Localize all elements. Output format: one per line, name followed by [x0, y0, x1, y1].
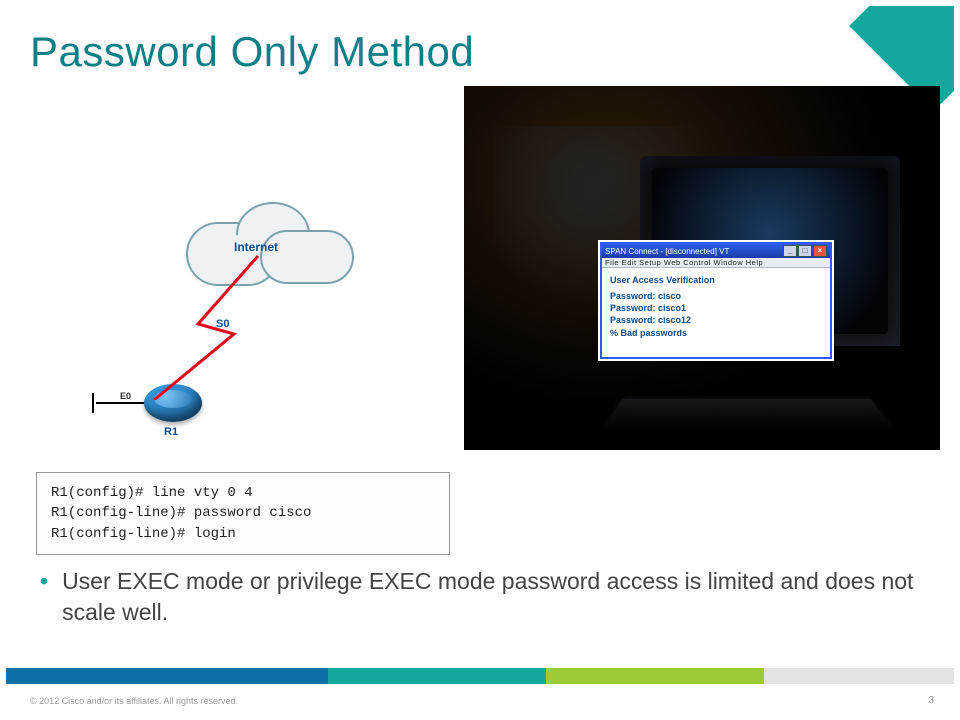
window-controls: _□×: [782, 245, 827, 257]
terminal-body: User Access Verification Password: cisco…: [602, 268, 830, 357]
page-number: 3: [928, 695, 934, 706]
eth-terminator-icon: [92, 393, 94, 413]
footer-stripe: [6, 668, 954, 684]
config-code-block: R1(config)# line vty 0 4 R1(config-line)…: [36, 472, 450, 555]
bullet-marker-icon: •: [40, 566, 48, 628]
hacker-photo: SPAN Connect - [disconnected] VT _□× Fil…: [464, 86, 940, 450]
close-icon[interactable]: ×: [813, 245, 827, 257]
terminal-line: % Bad passwords: [610, 327, 822, 339]
terminal-heading: User Access Verification: [610, 274, 822, 286]
code-line: R1(config)# line vty 0 4: [51, 485, 253, 501]
minimize-icon[interactable]: _: [783, 245, 797, 257]
terminal-window: SPAN Connect - [disconnected] VT _□× Fil…: [600, 242, 832, 359]
terminal-line: Password: cisco: [610, 290, 822, 302]
copyright-text: © 2012 Cisco and/or its affiliates. All …: [30, 696, 238, 706]
bullet-text: User EXEC mode or privilege EXEC mode pa…: [62, 566, 924, 628]
keyboard-icon: [604, 399, 890, 427]
terminal-line: Password: cisco12: [610, 314, 822, 326]
maximize-icon[interactable]: □: [798, 245, 812, 257]
terminal-title-bar: SPAN Connect - [disconnected] VT _□×: [602, 244, 830, 258]
code-line: R1(config-line)# login: [51, 526, 236, 542]
bullet-point: • User EXEC mode or privilege EXEC mode …: [36, 566, 924, 628]
terminal-line: Password: cisco1: [610, 302, 822, 314]
router-label: R1: [164, 426, 178, 438]
cloud-label: Internet: [234, 240, 278, 254]
code-line: R1(config-line)# password cisco: [51, 505, 311, 521]
terminal-menu-bar[interactable]: File Edit Setup Web Control Window Help: [602, 258, 830, 268]
network-diagram: Internet S0 E0 R1: [66, 166, 446, 456]
page-title: Password Only Method: [30, 28, 474, 76]
terminal-title-text: SPAN Connect - [disconnected] VT: [605, 247, 729, 256]
serial-link-icon: [138, 250, 308, 400]
slide: Password Only Method Internet S0 E0 R1 S…: [0, 0, 960, 720]
interface-label-e0: E0: [120, 391, 131, 401]
eth-link-icon: [96, 402, 151, 404]
